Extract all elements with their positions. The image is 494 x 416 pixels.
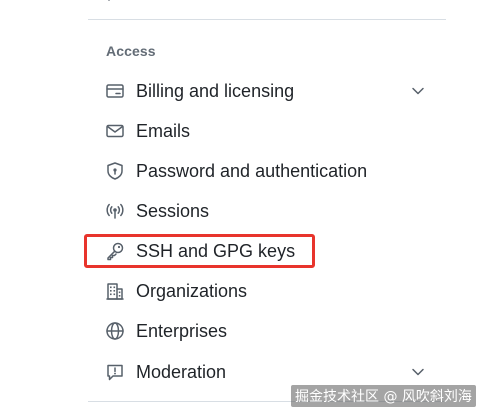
watermark: 掘金技术社区 @ 风吹斜刘海	[291, 385, 476, 407]
sidebar-item-label: Password and authentication	[136, 161, 368, 181]
sidebar-item-label: Sessions	[136, 201, 210, 221]
chevron-down-icon[interactable]	[410, 83, 426, 99]
sidebar-item-enterprises[interactable]: Enterprises	[96, 313, 436, 349]
sidebar-item-sessions[interactable]: Sessions	[96, 193, 436, 229]
chevron-down-icon[interactable]	[410, 364, 426, 380]
organization-icon	[105, 281, 125, 301]
sidebar-item-emails[interactable]: Emails	[96, 113, 436, 149]
sidebar-item-organizations[interactable]: Organizations	[96, 273, 436, 309]
key-icon	[105, 241, 125, 261]
report-icon	[105, 362, 125, 382]
section-divider	[88, 19, 446, 20]
sidebar-item-label: Emails	[136, 121, 191, 141]
sidebar-item-label: SSH and GPG keys	[136, 241, 296, 261]
broadcast-icon	[105, 201, 125, 221]
shield-lock-icon	[105, 161, 125, 181]
sidebar-item-label: Billing and licensing	[136, 81, 295, 101]
credit-card-icon	[105, 81, 125, 101]
sidebar-item-ssh-gpg-keys[interactable]: SSH and GPG keys	[96, 233, 436, 269]
sidebar-item-label: Moderation	[136, 362, 227, 382]
globe-icon	[105, 321, 125, 341]
mail-icon	[105, 121, 125, 141]
settings-sidebar-page: Access Billing and licensing Emails Pass…	[0, 0, 494, 416]
section-header-access: Access	[106, 43, 156, 59]
collapsed-chevron-icon	[103, 0, 115, 4]
sidebar-item-billing[interactable]: Billing and licensing	[96, 73, 436, 109]
sidebar-item-label: Organizations	[136, 281, 248, 301]
sidebar-item-label: Enterprises	[136, 321, 228, 341]
sidebar-item-password-authentication[interactable]: Password and authentication	[96, 153, 436, 189]
